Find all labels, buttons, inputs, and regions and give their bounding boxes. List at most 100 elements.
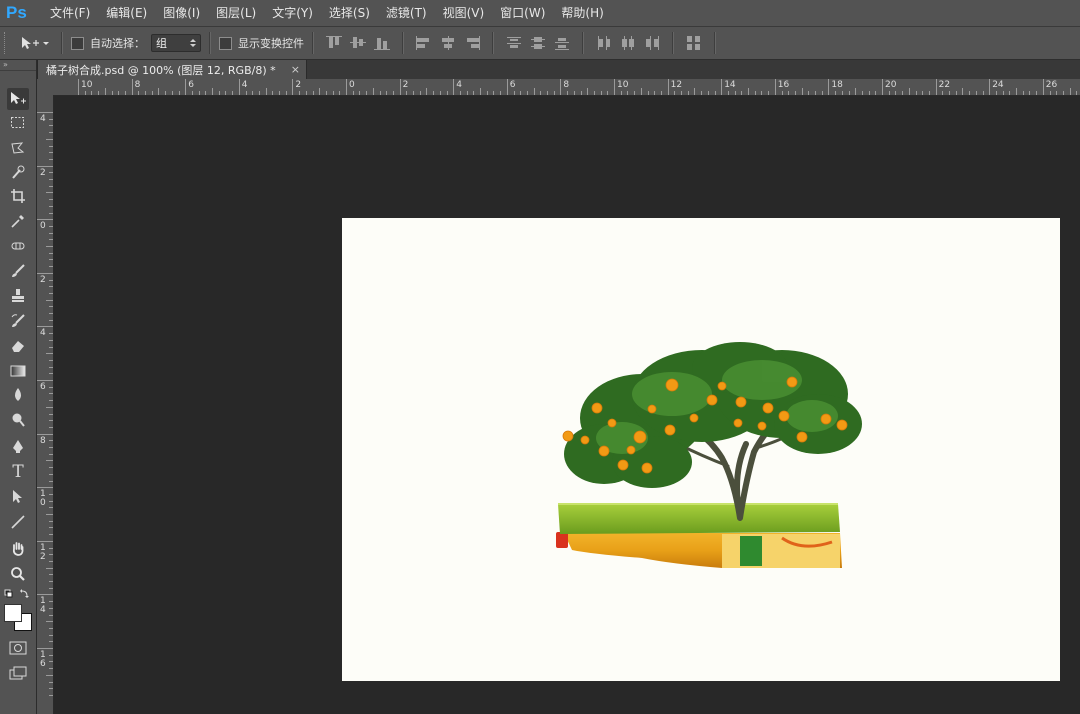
ruler-minor-tick: [392, 91, 394, 95]
ruler-origin[interactable]: [37, 79, 54, 96]
ruler-major-tick: [37, 272, 53, 274]
align-top-icon[interactable]: [324, 34, 344, 52]
ruler-label: 4: [241, 80, 248, 90]
ruler-minor-tick: [1022, 91, 1024, 95]
clone-stamp-icon[interactable]: [7, 285, 29, 307]
options-bar: 自动选择： 组 显示变换控件: [0, 27, 1080, 60]
ruler-minor-tick: [49, 493, 53, 495]
auto-select-checkbox[interactable]: [71, 36, 84, 50]
close-tab-icon[interactable]: ×: [291, 63, 300, 76]
vertical-ruler[interactable]: 4 2 0 2 4 6 8 1 0 1 2 1 4 1 6: [37, 95, 54, 714]
history-brush-icon[interactable]: [7, 310, 29, 332]
ruler-minor-tick: [49, 339, 53, 341]
ruler-major-tick: [774, 79, 776, 95]
foreground-color-swatch[interactable]: [4, 604, 22, 622]
toolbox-collapse[interactable]: »: [0, 60, 36, 71]
menu-help[interactable]: 帮助(H): [553, 0, 611, 26]
crop-tool-icon[interactable]: [7, 185, 29, 207]
document-canvas[interactable]: [342, 218, 1060, 681]
quick-select-tool-icon[interactable]: [7, 161, 29, 183]
menu-select[interactable]: 选择(S): [321, 0, 378, 26]
ruler-minor-tick: [49, 654, 53, 656]
ruler-minor-tick: [49, 440, 53, 442]
eraser-tool-icon[interactable]: [7, 335, 29, 357]
distribute-right-icon[interactable]: [642, 34, 662, 52]
align-h-buttons: [412, 34, 484, 52]
ruler-minor-tick: [768, 91, 770, 95]
ruler-minor-tick: [446, 91, 448, 95]
move-tool-icon[interactable]: [7, 88, 29, 110]
dodge-tool-icon[interactable]: [7, 409, 29, 431]
ruler-minor-tick: [359, 91, 361, 95]
lasso-tool-icon[interactable]: [7, 137, 29, 159]
default-colors-icon[interactable]: [4, 588, 32, 600]
ruler-minor-tick: [861, 91, 863, 95]
zoom-tool-icon[interactable]: [7, 563, 29, 585]
ruler-minor-tick: [49, 313, 53, 314]
hand-tool-icon[interactable]: [7, 538, 29, 560]
ruler-label: 24: [992, 80, 1004, 90]
menu-view[interactable]: 视图(V): [435, 0, 493, 26]
pen-tool-icon[interactable]: [7, 436, 29, 458]
ruler-minor-tick: [587, 88, 589, 95]
distribute-vcenter-icon[interactable]: [528, 34, 548, 52]
document-tab[interactable]: 橘子树合成.psd @ 100% (图层 12, RGB/8) * ×: [38, 60, 307, 79]
distribute-left-icon[interactable]: [594, 34, 614, 52]
ruler-major-tick: [131, 79, 133, 95]
menu-window[interactable]: 窗口(W): [492, 0, 553, 26]
options-grip[interactable]: [4, 32, 9, 54]
ruler-major-tick: [828, 79, 830, 95]
ruler-minor-tick: [1016, 88, 1017, 95]
menu-type[interactable]: 文字(Y): [264, 0, 321, 26]
menu-file[interactable]: 文件(F): [42, 0, 98, 26]
ruler-minor-tick: [49, 587, 53, 589]
ruler-minor-tick: [848, 91, 850, 95]
menu-image[interactable]: 图像(I): [155, 0, 208, 26]
align-vcenter-icon[interactable]: [348, 34, 368, 52]
path-select-icon[interactable]: [7, 486, 29, 508]
eyedropper-tool-icon[interactable]: [7, 210, 29, 232]
align-right-icon[interactable]: [462, 34, 482, 52]
menu-filter[interactable]: 滤镜(T): [378, 0, 435, 26]
ruler-minor-tick: [640, 88, 642, 95]
ruler-minor-tick: [46, 353, 53, 355]
horizontal-ruler[interactable]: 10 8 6 4 2 0 2 4 6 8 10 12 14 16 18 20 22 24 26: [54, 79, 1080, 96]
tool-preset-picker[interactable]: [19, 35, 53, 51]
separator: [209, 32, 211, 54]
blur-tool-icon[interactable]: [7, 384, 29, 406]
quick-mask-icon[interactable]: [7, 637, 29, 659]
ruler-minor-tick: [49, 346, 53, 348]
line-tool-icon[interactable]: [7, 511, 29, 533]
ruler-label: 10: [81, 80, 93, 90]
ruler-minor-tick: [915, 91, 917, 95]
show-transform-checkbox[interactable]: [219, 36, 232, 50]
ruler-minor-tick: [212, 88, 213, 95]
ruler-minor-tick: [49, 279, 53, 281]
ruler-minor-tick: [49, 152, 53, 154]
menu-edit[interactable]: 编辑(E): [98, 0, 155, 26]
photoshop-logo: Ps: [6, 3, 27, 22]
ruler-minor-tick: [49, 467, 53, 469]
menu-layer[interactable]: 图层(L): [208, 0, 264, 26]
marquee-tool-icon[interactable]: [7, 112, 29, 134]
ruler-label: 8: [563, 80, 570, 90]
type-tool-icon[interactable]: T: [7, 461, 29, 483]
align-left-icon[interactable]: [414, 34, 434, 52]
align-hcenter-icon[interactable]: [438, 34, 458, 52]
align-bottom-icon[interactable]: [372, 34, 392, 52]
distribute-hcenter-icon[interactable]: [618, 34, 638, 52]
brush-tool-icon[interactable]: [7, 260, 29, 282]
gradient-tool-icon[interactable]: [7, 360, 29, 382]
ruler-minor-tick: [949, 91, 950, 95]
ruler-label: 20: [885, 80, 897, 90]
ruler-minor-tick: [352, 91, 354, 95]
ruler-minor-tick: [895, 91, 897, 95]
distribute-top-icon[interactable]: [504, 34, 524, 52]
distribute-bottom-icon[interactable]: [552, 34, 572, 52]
screen-mode-icon[interactable]: [7, 662, 29, 684]
healing-brush-icon[interactable]: [7, 235, 29, 257]
auto-align-layers-icon[interactable]: [684, 34, 704, 52]
ruler-minor-tick: [520, 91, 522, 95]
auto-select-mode-dropdown[interactable]: 组: [151, 34, 201, 52]
ruler-major-tick: [1042, 79, 1044, 95]
